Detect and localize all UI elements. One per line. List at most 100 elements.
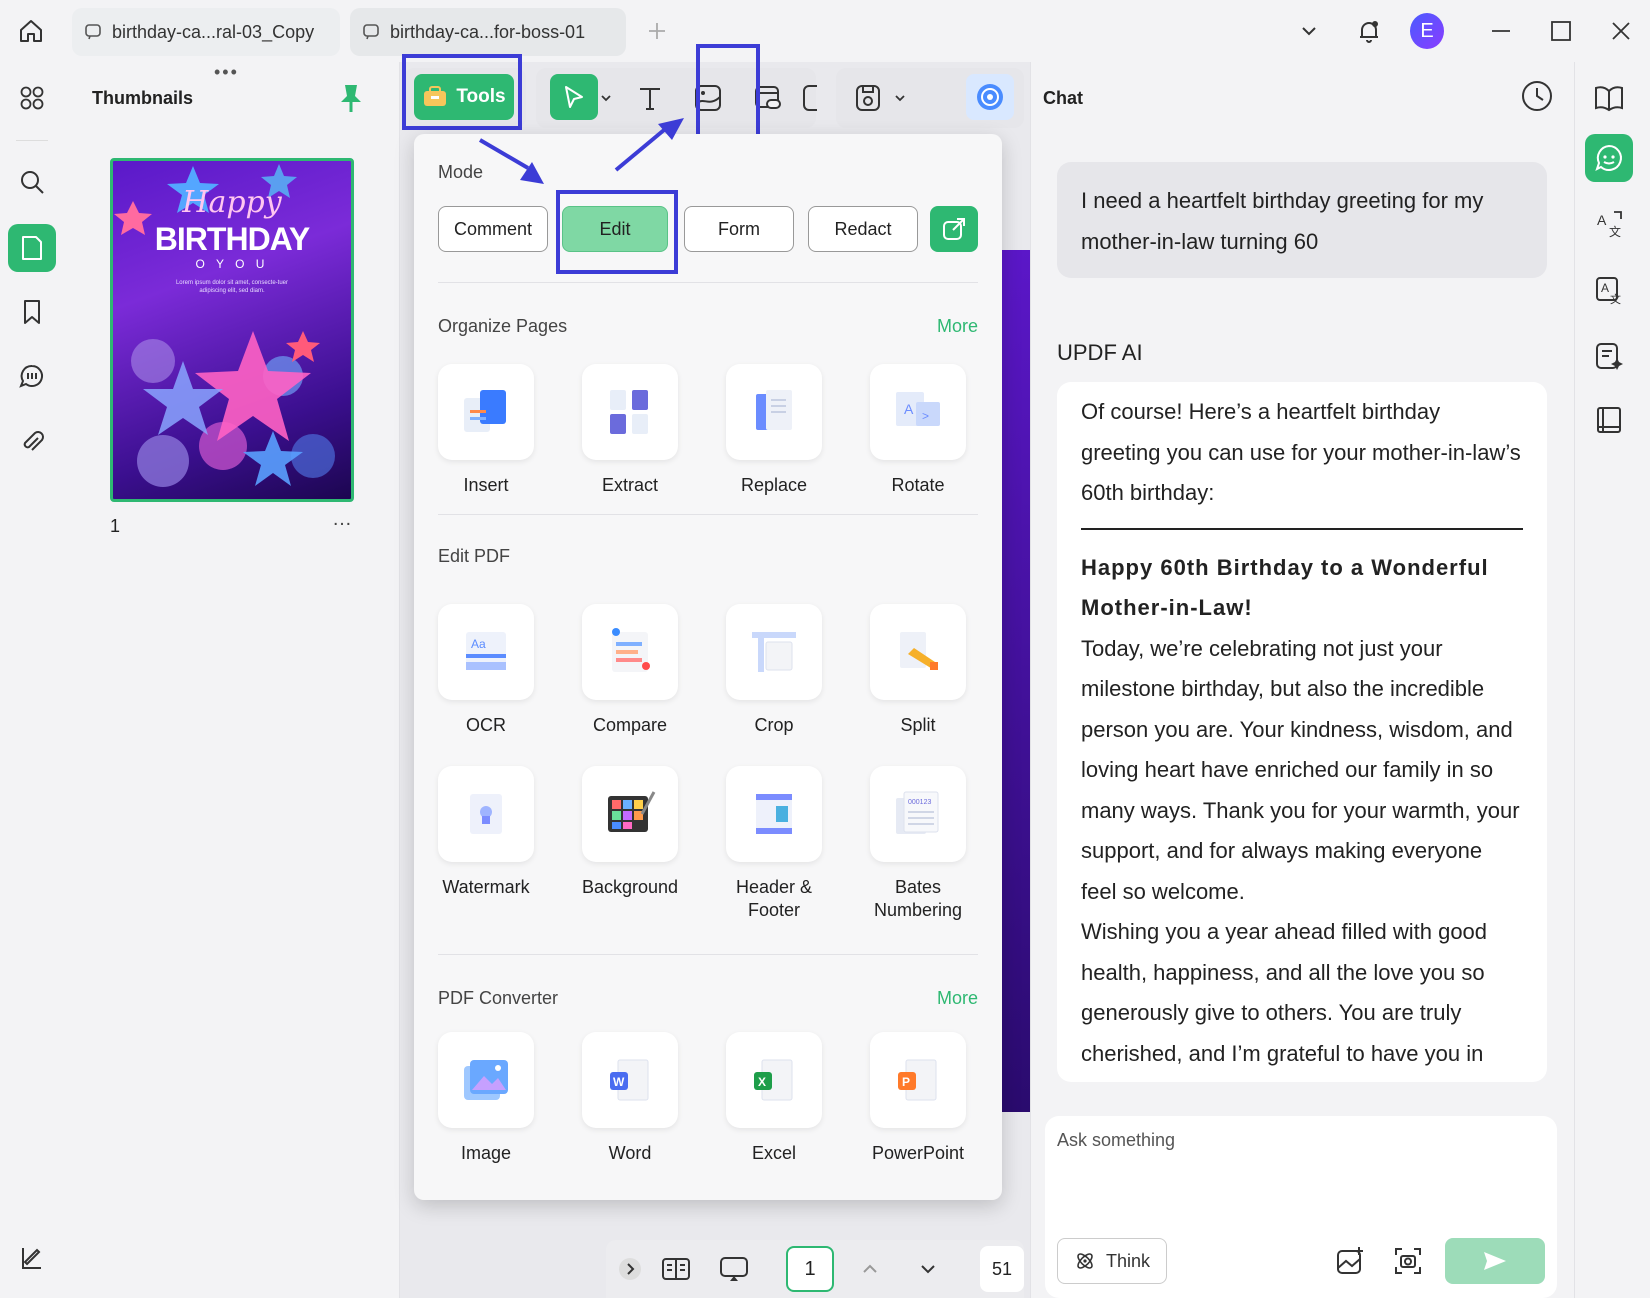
summarize-icon[interactable] xyxy=(1585,332,1633,380)
insert-icon xyxy=(438,364,534,460)
word-file-icon: W xyxy=(582,1032,678,1128)
crop-page-icon[interactable] xyxy=(800,80,820,116)
drag-handle[interactable]: ••• xyxy=(214,62,239,83)
comment-icon[interactable] xyxy=(8,352,56,400)
new-tab-icon[interactable] xyxy=(640,14,674,48)
presentation-icon[interactable] xyxy=(718,1253,750,1285)
image-file-icon xyxy=(438,1032,534,1128)
chevron-down-icon[interactable] xyxy=(890,80,910,116)
export-mode-button[interactable] xyxy=(930,206,978,252)
svg-text:W: W xyxy=(613,1075,625,1089)
section-divider xyxy=(438,954,978,955)
bates-numbering-tool[interactable]: 000123 Bates Numbering xyxy=(858,766,978,922)
select-tool-button[interactable] xyxy=(550,74,598,120)
tool-label: Excel xyxy=(751,1143,796,1163)
chevron-up-icon[interactable] xyxy=(854,1253,886,1285)
mode-comment-button[interactable]: Comment xyxy=(438,206,548,252)
chevron-down-icon[interactable] xyxy=(912,1253,944,1285)
ai-assistant-button[interactable] xyxy=(966,74,1014,120)
reading-mode-icon[interactable] xyxy=(1585,396,1633,444)
add-text-icon[interactable] xyxy=(632,80,668,116)
replace-icon xyxy=(726,364,822,460)
apps-grid-icon[interactable] xyxy=(8,74,56,122)
svg-text:A: A xyxy=(1601,281,1609,295)
mode-title: Mode xyxy=(438,162,484,182)
convert-excel-tool[interactable]: X Excel xyxy=(714,1032,834,1165)
chat-title: Chat xyxy=(1043,88,1083,108)
mode-redact-button[interactable]: Redact xyxy=(808,206,918,252)
background-icon xyxy=(582,766,678,862)
bookmark-icon[interactable] xyxy=(8,288,56,336)
svg-text:文: 文 xyxy=(1610,292,1621,305)
search-icon[interactable] xyxy=(8,158,56,206)
thumbnail-more-button[interactable]: … xyxy=(332,508,352,531)
translate-document-icon[interactable]: A文 xyxy=(1585,266,1633,314)
ai-response-heading: Happy 60th Birthday to a Wonderful Mothe… xyxy=(1081,554,1489,621)
chat-panel: Chat I need a heartfelt birthday greetin… xyxy=(1030,62,1574,1298)
chevron-down-icon[interactable] xyxy=(596,80,616,116)
pin-icon[interactable] xyxy=(336,82,366,116)
atom-icon xyxy=(1077,1253,1093,1269)
mode-edit-button[interactable]: Edit xyxy=(562,206,668,252)
page-layout-icon[interactable] xyxy=(660,1253,692,1285)
tools-button[interactable]: Tools xyxy=(414,74,514,120)
add-image-icon[interactable] xyxy=(690,80,726,116)
history-icon[interactable] xyxy=(1519,78,1555,114)
thumbnails-icon[interactable] xyxy=(8,224,56,272)
add-link-icon[interactable] xyxy=(750,80,786,116)
tool-label: Bates Numbering xyxy=(873,877,963,920)
split-icon xyxy=(870,604,966,700)
crop-tool[interactable]: Crop xyxy=(714,604,834,737)
chevron-down-icon[interactable] xyxy=(1292,14,1326,48)
avatar[interactable]: E xyxy=(1410,13,1444,49)
translate-icon[interactable]: A文 xyxy=(1585,200,1633,248)
edit-pdf-title: Edit PDF xyxy=(438,546,511,566)
chat-input-box[interactable]: Ask something Think xyxy=(1045,1116,1557,1298)
insert-tool[interactable]: Insert xyxy=(426,364,546,497)
ai-sender-label: UPDF AI xyxy=(1057,340,1143,365)
excel-file-icon: X xyxy=(726,1032,822,1128)
sidebar-toggle-icon[interactable] xyxy=(8,1234,56,1282)
page-number-input[interactable]: 1 xyxy=(786,1246,834,1292)
tool-label: Replace xyxy=(740,475,808,495)
home-icon[interactable] xyxy=(14,14,48,48)
header-footer-tool[interactable]: Header & Footer xyxy=(714,766,834,922)
screenshot-icon[interactable] xyxy=(1391,1244,1425,1278)
chat-input-placeholder[interactable]: Ask something xyxy=(1057,1130,1175,1151)
bell-icon[interactable] xyxy=(1352,14,1386,48)
reader-book-icon[interactable] xyxy=(1585,74,1633,122)
background-tool[interactable]: Background xyxy=(570,766,690,899)
toolbox-icon xyxy=(424,86,447,106)
image-upload-icon[interactable] xyxy=(1333,1244,1367,1278)
compare-tool[interactable]: Compare xyxy=(570,604,690,737)
save-icon[interactable] xyxy=(850,80,886,116)
header-footer-icon xyxy=(726,766,822,862)
rotate-tool[interactable]: A > Rotate xyxy=(858,364,978,497)
converter-more-link[interactable]: More xyxy=(937,988,978,1009)
mode-form-button[interactable]: Form xyxy=(684,206,794,252)
ai-response-intro: Of course! Here’s a heartfelt birthday g… xyxy=(1081,399,1521,505)
convert-word-tool[interactable]: W Word xyxy=(570,1032,690,1165)
convert-powerpoint-tool[interactable]: P PowerPoint xyxy=(858,1032,978,1165)
think-toggle-button[interactable]: Think xyxy=(1057,1238,1167,1284)
expand-icon[interactable] xyxy=(614,1253,646,1285)
ai-chat-icon[interactable] xyxy=(1585,134,1633,182)
replace-tool[interactable]: Replace xyxy=(714,364,834,497)
close-icon[interactable] xyxy=(1604,14,1638,48)
convert-image-tool[interactable]: Image xyxy=(426,1032,546,1165)
panel-title: Thumbnails xyxy=(92,88,194,108)
page-thumbnail[interactable]: Happy BIRTHDAY O Y O U Lorem ipsum dolor… xyxy=(110,158,354,502)
tab-document-1[interactable]: birthday-ca...ral-03_Copy xyxy=(72,8,340,56)
tab-document-2[interactable]: birthday-ca...for-boss-01 xyxy=(350,8,626,56)
attachment-icon[interactable] xyxy=(8,418,56,466)
extract-tool[interactable]: Extract xyxy=(570,364,690,497)
zoom-level[interactable]: 51 xyxy=(980,1246,1024,1292)
send-button[interactable] xyxy=(1445,1238,1545,1284)
split-tool[interactable]: Split xyxy=(858,604,978,737)
watermark-tool[interactable]: Watermark xyxy=(426,766,546,899)
maximize-icon[interactable] xyxy=(1544,14,1578,48)
ocr-tool[interactable]: Aa OCR xyxy=(426,604,546,737)
minimize-icon[interactable] xyxy=(1484,14,1518,48)
organize-more-link[interactable]: More xyxy=(937,316,978,337)
watermark-icon xyxy=(438,766,534,862)
